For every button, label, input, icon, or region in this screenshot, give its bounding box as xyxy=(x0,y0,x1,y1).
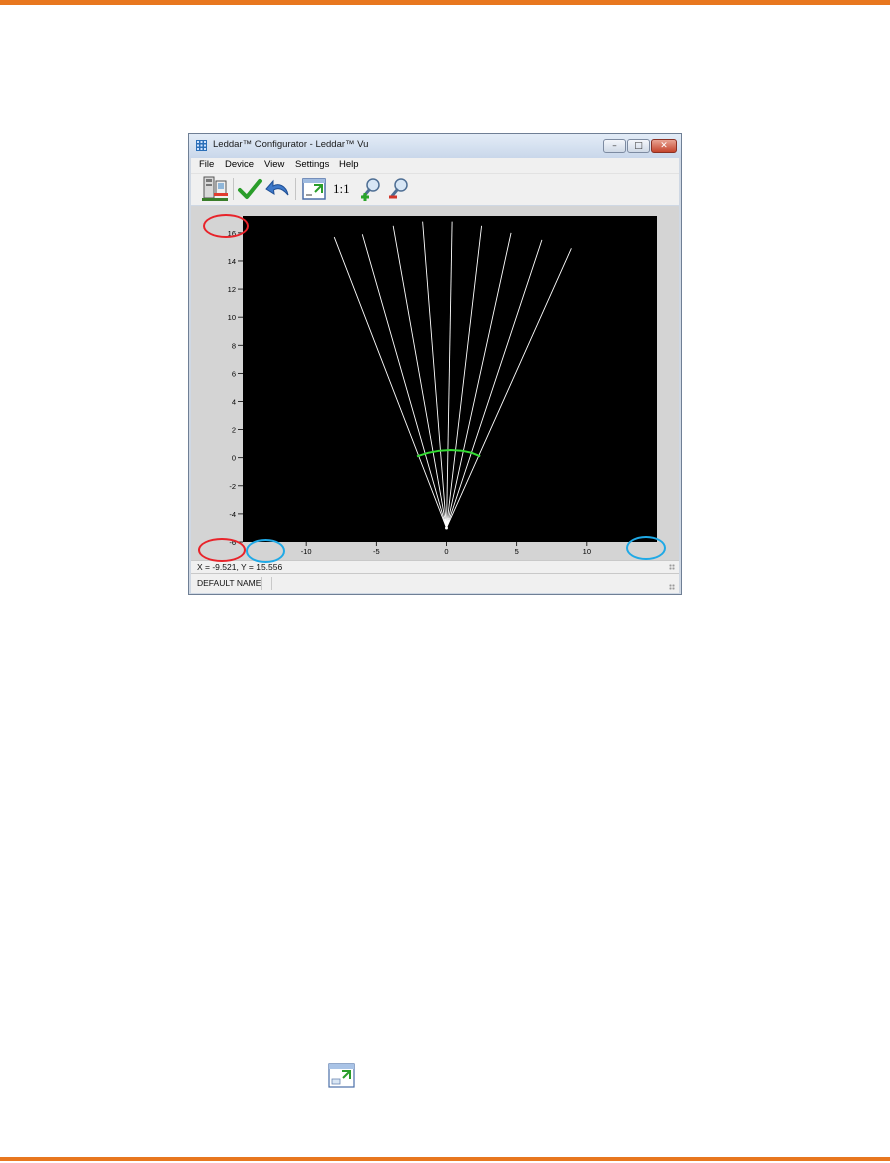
maximize-icon: □ xyxy=(634,141,643,151)
highlight-ring-blue xyxy=(626,536,666,560)
device-connection-icon[interactable] xyxy=(201,176,229,202)
undo-arrow-icon[interactable] xyxy=(265,176,291,202)
checkmark-icon[interactable] xyxy=(237,176,263,202)
device-name: DEFAULT NAME xyxy=(197,578,262,588)
fit-view-icon[interactable] xyxy=(301,176,327,202)
maximize-button[interactable]: □ xyxy=(627,139,650,153)
y-tick-label: 10 xyxy=(228,313,236,322)
y-tick-label: -4 xyxy=(229,510,236,519)
menu-bar: File Device View Settings Help xyxy=(191,158,679,173)
page-top-rule xyxy=(0,0,890,5)
beam-plot[interactable]: 1614121086420-2-4-6 -10 -5 0 5 10 xyxy=(191,206,679,560)
zoom-in-icon[interactable] xyxy=(359,176,383,202)
x-tick-label: 0 xyxy=(444,547,448,556)
menu-help[interactable]: Help xyxy=(339,159,359,170)
toolbar-separator xyxy=(233,178,234,200)
y-tick-label: 0 xyxy=(232,454,236,463)
zoom-one-to-one-button[interactable]: 1:1 xyxy=(333,181,350,197)
highlight-ring-red xyxy=(198,538,246,562)
minimize-button[interactable]: – xyxy=(603,139,626,153)
y-tick-label: 4 xyxy=(232,397,236,406)
resize-grip-icon xyxy=(669,564,675,570)
y-tick-label: 6 xyxy=(232,369,236,378)
zoom-out-icon[interactable] xyxy=(387,176,411,202)
resize-grip-icon[interactable] xyxy=(669,584,675,590)
title-bar[interactable]: Leddar™ Configurator - Leddar™ Vu – □ ✕ xyxy=(189,134,681,158)
app-grid-icon xyxy=(196,140,207,151)
x-tick-label: -10 xyxy=(301,547,312,556)
menu-file[interactable]: File xyxy=(199,159,214,170)
x-tick-label: 10 xyxy=(583,547,591,556)
window-title: Leddar™ Configurator - Leddar™ Vu xyxy=(213,139,369,150)
close-button[interactable]: ✕ xyxy=(651,139,677,153)
menu-device[interactable]: Device xyxy=(225,159,254,170)
plot-background xyxy=(243,216,657,542)
plot-area: 16 14 12 10 8 6 4 2 0 -2 -4 -6 -10 -5 0 5 10 xyxy=(191,206,679,560)
y-tick-label: 14 xyxy=(228,257,236,266)
y-tick-label: 12 xyxy=(228,285,236,294)
sensor-origin-point xyxy=(444,526,448,530)
close-icon: ✕ xyxy=(660,141,668,151)
cursor-coordinates: X = -9.521, Y = 15.556 xyxy=(197,562,283,572)
status-bar: DEFAULT NAME xyxy=(191,573,679,593)
fit-view-icon xyxy=(328,1063,355,1088)
toolbar: 1:1 xyxy=(191,173,679,205)
x-tick-label: 5 xyxy=(515,547,519,556)
menu-view[interactable]: View xyxy=(264,159,284,170)
menu-settings[interactable]: Settings xyxy=(295,159,329,170)
leddar-configurator-window: Leddar™ Configurator - Leddar™ Vu – □ ✕ … xyxy=(188,133,682,595)
y-tick-label: 2 xyxy=(232,426,236,435)
minimize-icon: – xyxy=(612,141,617,151)
y-tick-label: -2 xyxy=(229,482,236,491)
status-divider xyxy=(261,577,262,590)
toolbar-separator xyxy=(295,178,296,200)
highlight-ring-blue xyxy=(246,539,285,563)
x-tick-label: -5 xyxy=(373,547,380,556)
status-divider xyxy=(271,577,272,590)
page-bottom-rule xyxy=(0,1157,890,1161)
y-tick-label: 8 xyxy=(232,341,236,350)
highlight-ring-red xyxy=(203,214,249,238)
